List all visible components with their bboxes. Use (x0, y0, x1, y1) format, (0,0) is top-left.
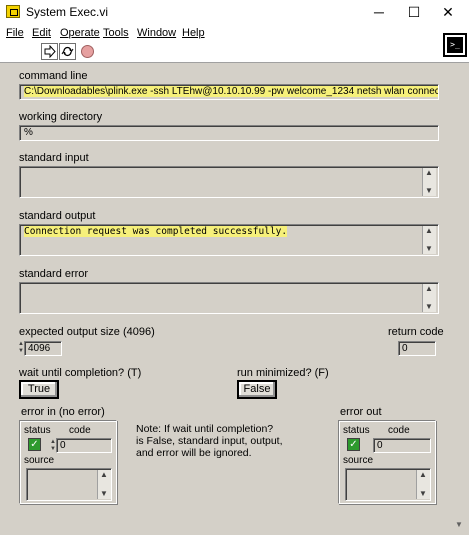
standard-input-scrollbar[interactable]: ▲ ▼ (422, 168, 436, 196)
scroll-up-icon[interactable]: ▲ (419, 471, 427, 479)
standard-input-field[interactable] (19, 166, 439, 198)
standard-input-label: standard input (19, 152, 89, 164)
abort-button[interactable] (81, 45, 94, 58)
run-minimized-button[interactable]: False (237, 380, 277, 399)
standard-error-label: standard error (19, 268, 89, 280)
return-code-field: 0 (398, 341, 436, 356)
standard-output-value: Connection request was completed success… (24, 226, 288, 237)
error-in-code-field[interactable]: 0 (56, 438, 112, 453)
scroll-up-icon[interactable]: ▲ (425, 169, 433, 177)
scroll-up-icon[interactable]: ▲ (425, 227, 433, 235)
error-out-cluster: status code ✓ 0 source ▲ ▼ (338, 420, 436, 504)
close-button[interactable]: ✕ (433, 1, 463, 23)
expected-output-size-label: expected output size (4096) (19, 326, 155, 338)
arrow-right-icon (44, 44, 56, 59)
command-line-label: command line (19, 70, 88, 82)
checkmark-icon: ✓ (30, 439, 39, 450)
error-in-status-checkbox[interactable]: ✓ (28, 438, 41, 451)
error-out-label: error out (340, 406, 382, 418)
error-out-status-indicator: ✓ (347, 438, 360, 451)
error-in-label: error in (no error) (21, 406, 105, 418)
labview-icon (6, 5, 20, 18)
working-directory-field[interactable]: % (19, 125, 439, 141)
window-title: System Exec.vi (26, 5, 109, 19)
title-bar: System Exec.vi ─ ☐ ✕ (0, 0, 469, 24)
standard-error-scrollbar[interactable]: ▲ ▼ (422, 284, 436, 312)
error-in-status-label: status (24, 425, 51, 436)
error-in-source-label: source (24, 455, 55, 466)
error-in-cluster: status code ✓ ▲ ▼ 0 source ▲ ▼ (19, 420, 117, 504)
wait-until-completion-label: wait until completion? (T) (19, 367, 142, 379)
menu-edit[interactable]: Edit (32, 27, 51, 39)
loop-arrows-icon (61, 46, 74, 57)
standard-output-field[interactable]: Connection request was completed success… (19, 224, 439, 256)
scroll-down-icon[interactable]: ▼ (419, 490, 427, 498)
terminal-icon: >_ (447, 37, 463, 53)
error-out-source-label: source (343, 455, 374, 466)
window-scroll-down-icon[interactable]: ▼ (455, 520, 465, 532)
scroll-up-icon[interactable]: ▲ (100, 471, 108, 479)
command-line-value: C:\Downloadables\plink.exe -ssh LTEhw@10… (24, 86, 438, 97)
error-in-code-label: code (69, 425, 91, 436)
error-in-source-scrollbar[interactable]: ▲ ▼ (97, 470, 111, 499)
checkmark-icon: ✓ (349, 439, 358, 450)
error-out-source-scrollbar[interactable]: ▲ ▼ (416, 470, 430, 499)
scroll-down-icon[interactable]: ▼ (425, 187, 433, 195)
menu-window[interactable]: Window (137, 27, 176, 39)
minimize-button[interactable]: ─ (364, 1, 394, 23)
wait-until-completion-button[interactable]: True (19, 380, 59, 399)
note-text: Note: If wait until completion? is False… (136, 423, 283, 459)
menu-tools[interactable]: Tools (103, 27, 129, 39)
scroll-down-icon[interactable]: ▼ (425, 303, 433, 311)
menu-bar: File Edit Operate Tools Window Help (0, 24, 469, 42)
scroll-down-icon[interactable]: ▼ (100, 490, 108, 498)
return-code-label: return code (388, 326, 444, 338)
menu-operate[interactable]: Operate (60, 27, 100, 39)
toolbar (0, 42, 469, 63)
error-out-code-field: 0 (373, 438, 431, 453)
note-line: Note: If wait until completion? (136, 423, 274, 435)
working-directory-label: working directory (19, 111, 103, 123)
menu-file[interactable]: File (6, 27, 24, 39)
maximize-button[interactable]: ☐ (399, 1, 429, 23)
menu-help[interactable]: Help (182, 27, 205, 39)
working-directory-value: % (24, 127, 33, 138)
command-line-field[interactable]: C:\Downloadables\plink.exe -ssh LTEhw@10… (19, 84, 439, 100)
standard-output-scrollbar[interactable]: ▲ ▼ (422, 226, 436, 254)
expected-output-size-field[interactable]: 4096 (24, 341, 62, 356)
run-continuously-button[interactable] (59, 43, 76, 60)
scroll-down-icon[interactable]: ▼ (425, 245, 433, 253)
vi-icon: >_ (443, 33, 467, 57)
standard-error-field[interactable] (19, 282, 439, 314)
run-button[interactable] (41, 43, 58, 60)
run-minimized-label: run minimized? (F) (237, 367, 329, 379)
standard-output-label: standard output (19, 210, 96, 222)
error-out-status-label: status (343, 425, 370, 436)
scroll-up-icon[interactable]: ▲ (425, 285, 433, 293)
error-out-code-label: code (388, 425, 410, 436)
note-line: and error will be ignored. (136, 447, 252, 459)
note-line: is False, standard input, output, (136, 435, 283, 447)
